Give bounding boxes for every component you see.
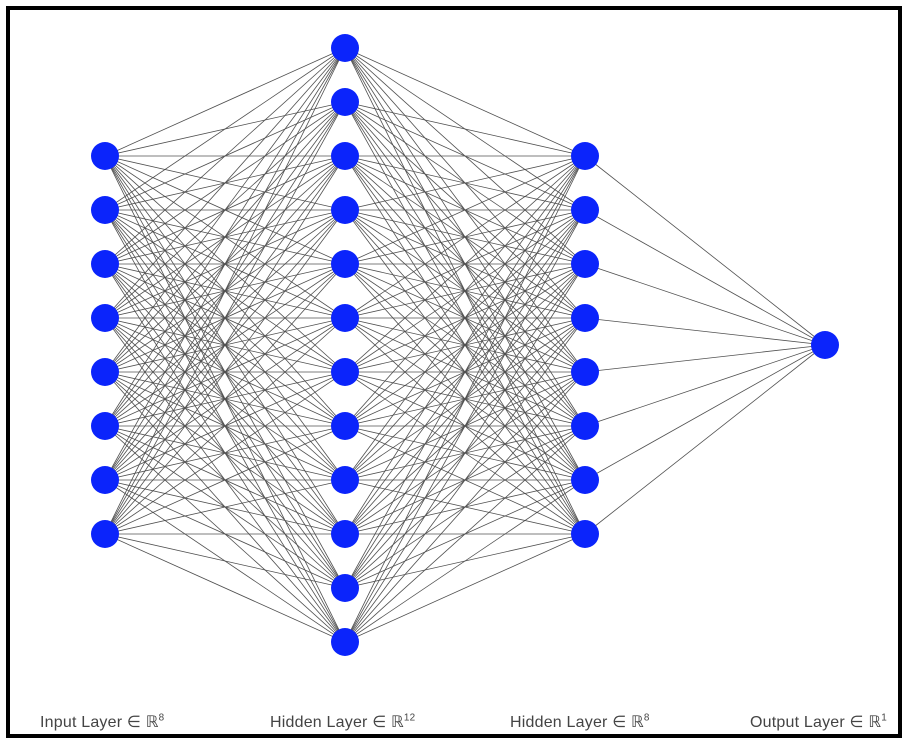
edge [585, 318, 825, 345]
edge [345, 480, 585, 642]
edge [105, 534, 345, 642]
edge [345, 156, 585, 642]
label-output-layer: Output Layer ∈ ℝ1 [750, 712, 887, 732]
edge [105, 48, 345, 534]
node-L1-2 [331, 142, 359, 170]
edges-group [105, 48, 825, 642]
node-L1-10 [331, 574, 359, 602]
node-L2-5 [571, 412, 599, 440]
node-L0-5 [91, 412, 119, 440]
edge [345, 48, 585, 156]
node-L2-1 [571, 196, 599, 224]
edge [585, 264, 825, 345]
node-L2-4 [571, 358, 599, 386]
label-input-layer: Input Layer ∈ ℝ8 [40, 712, 164, 732]
edge [345, 534, 585, 642]
edge [345, 264, 585, 642]
edge [105, 534, 345, 588]
diagram-frame: Input Layer ∈ ℝ8 Hidden Layer ∈ ℝ12 Hidd… [6, 6, 902, 738]
node-L0-7 [91, 520, 119, 548]
node-L1-0 [331, 34, 359, 62]
label-hidden-layer-1: Hidden Layer ∈ ℝ12 [270, 712, 415, 732]
node-L1-11 [331, 628, 359, 656]
node-L2-3 [571, 304, 599, 332]
edge [105, 48, 345, 318]
node-L0-0 [91, 142, 119, 170]
node-L2-0 [571, 142, 599, 170]
neural-network-svg [10, 10, 898, 734]
node-L0-2 [91, 250, 119, 278]
node-L1-6 [331, 358, 359, 386]
node-L1-1 [331, 88, 359, 116]
label-hidden-layer-2: Hidden Layer ∈ ℝ8 [510, 712, 650, 732]
node-L0-1 [91, 196, 119, 224]
edge [105, 48, 345, 210]
edge [345, 372, 585, 642]
edge [585, 345, 825, 426]
edge [585, 210, 825, 345]
edge [585, 345, 825, 372]
edge [585, 345, 825, 480]
edge [345, 102, 585, 156]
node-L1-9 [331, 520, 359, 548]
node-L2-6 [571, 466, 599, 494]
edge [105, 48, 345, 156]
node-L1-7 [331, 412, 359, 440]
node-L0-6 [91, 466, 119, 494]
node-L1-4 [331, 250, 359, 278]
node-L0-4 [91, 358, 119, 386]
node-L3-0 [811, 331, 839, 359]
node-L2-2 [571, 250, 599, 278]
node-L0-3 [91, 304, 119, 332]
edge [105, 48, 345, 426]
edge [585, 156, 825, 345]
node-L2-7 [571, 520, 599, 548]
node-L1-3 [331, 196, 359, 224]
edge [585, 345, 825, 534]
node-L1-8 [331, 466, 359, 494]
node-L1-5 [331, 304, 359, 332]
